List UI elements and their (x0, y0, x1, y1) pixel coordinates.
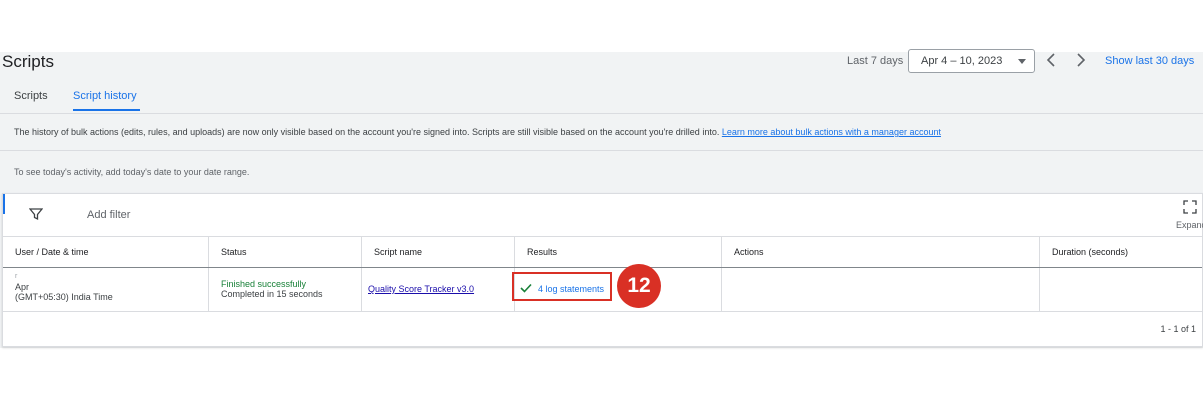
previous-period-button[interactable] (1044, 50, 1060, 70)
info-banner-text: The history of bulk actions (edits, rule… (14, 127, 720, 137)
date-range-select[interactable]: Apr 4 – 10, 2023 (908, 49, 1035, 73)
add-filter-button[interactable]: Add filter (87, 209, 130, 221)
check-icon (520, 283, 532, 293)
chevron-right-icon (1077, 53, 1086, 67)
user-name: r (15, 273, 18, 280)
status-text: Finished successfully (221, 279, 307, 289)
step-badge: 12 (617, 264, 661, 308)
column-header-script-name[interactable]: Script name (362, 237, 515, 267)
log-statements-link[interactable]: 4 log statements (538, 284, 604, 294)
duration-cell (1040, 268, 1202, 311)
column-header-duration[interactable]: Duration (seconds) (1040, 237, 1202, 267)
date-range-value: Apr 4 – 10, 2023 (921, 55, 1003, 67)
timezone: (GMT+05:30) India Time (15, 292, 113, 302)
results-highlight[interactable]: 4 log statements (512, 272, 612, 301)
user-date-cell: r Apr (GMT+05:30) India Time (3, 268, 209, 311)
table-row: r Apr (GMT+05:30) India Time Finished su… (3, 268, 1202, 312)
date-range-label: Last 7 days (847, 55, 904, 67)
table-header: User / Date & time Status Script name Re… (3, 236, 1202, 268)
show-last-30-days-link[interactable]: Show last 30 days (1105, 55, 1194, 67)
column-header-user[interactable]: User / Date & time (3, 237, 209, 267)
info-banner: The history of bulk actions (edits, rule… (14, 127, 941, 137)
status-detail: Completed in 15 seconds (221, 289, 323, 299)
actions-cell (722, 268, 1040, 311)
divider (0, 113, 1203, 114)
tab-scripts[interactable]: Scripts (14, 90, 48, 102)
learn-more-link[interactable]: Learn more about bulk actions with a man… (722, 127, 941, 137)
filter-icon[interactable] (29, 207, 43, 221)
chevron-left-icon (1046, 53, 1055, 67)
expand-label[interactable]: Expand (1176, 220, 1203, 230)
scripts-page: Scripts Last 7 days Apr 4 – 10, 2023 Sho… (0, 49, 1203, 348)
column-header-status[interactable]: Status (209, 237, 362, 267)
tab-script-history[interactable]: Script history (73, 90, 137, 102)
run-date: Apr (15, 282, 30, 292)
tab-bar: Scripts Script history (0, 90, 300, 114)
focus-indicator (3, 194, 5, 214)
column-header-actions[interactable]: Actions (722, 237, 1040, 267)
page-title: Scripts (2, 52, 54, 71)
expand-icon[interactable] (1183, 200, 1197, 214)
caret-down-icon (1018, 59, 1026, 64)
date-range-hint: To see today's activity, add today's dat… (14, 167, 250, 177)
script-name-cell: Quality Score Tracker v3.0 (362, 268, 515, 311)
pagination-summary: 1 - 1 of 1 (1160, 324, 1196, 334)
history-table-card: Add filter Expand User / Date & time Sta… (2, 193, 1203, 347)
script-name-link[interactable]: Quality Score Tracker v3.0 (368, 284, 474, 294)
status-cell: Finished successfully Completed in 15 se… (209, 268, 362, 311)
column-header-results[interactable]: Results (515, 237, 722, 267)
active-tab-indicator (73, 109, 140, 111)
divider (0, 150, 1203, 151)
next-period-button[interactable] (1073, 50, 1089, 70)
